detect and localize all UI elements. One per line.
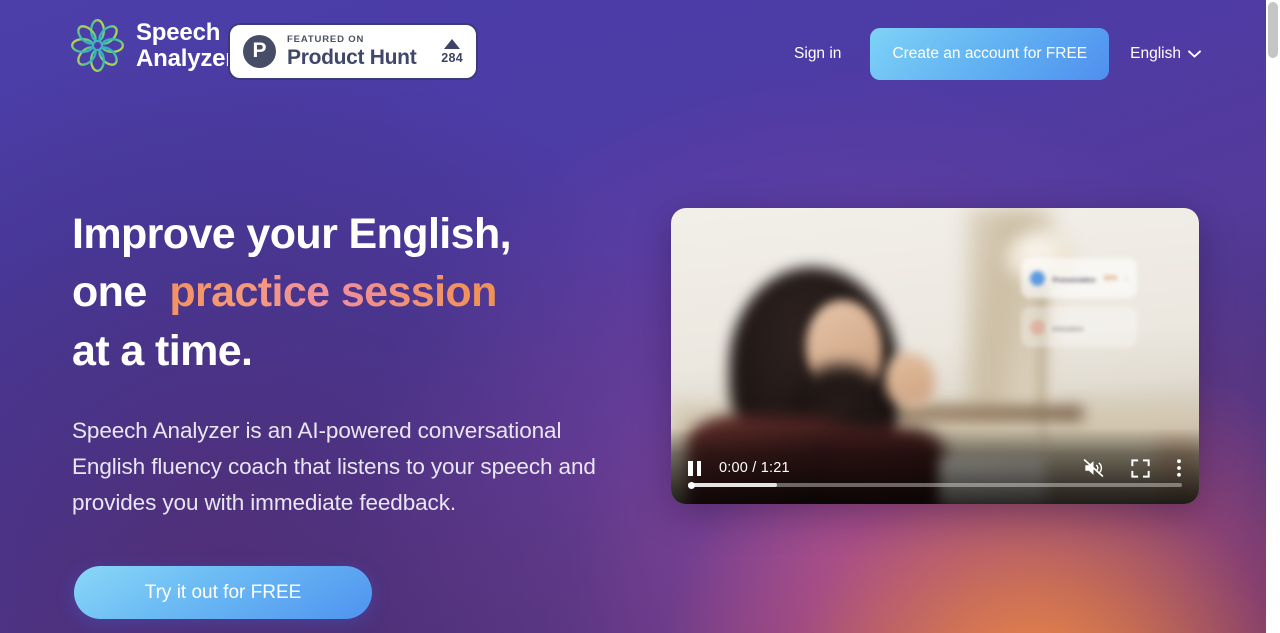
overlay-value: 65% [1103, 274, 1118, 282]
product-hunt-upvotes: 284 [441, 38, 463, 65]
hero-content: Improve your English, one practice sessi… [72, 205, 662, 619]
product-hunt-logo-icon: P [243, 35, 276, 68]
brand-name: Speech Analyzer [136, 18, 235, 72]
product-hunt-badge[interactable]: P FEATURED ON Product Hunt 284 [228, 23, 478, 80]
video-person-hand [884, 353, 935, 407]
more-vertical-icon[interactable] [1176, 458, 1182, 478]
video-overlay-card-intonation: Intonation [1020, 307, 1137, 348]
sign-in-link[interactable]: Sign in [794, 45, 841, 63]
overlay-body: Pronunciation [1053, 269, 1096, 287]
site-header: Speech Analyzer P FEATURED ON Product Hu… [0, 0, 1266, 107]
product-hunt-logo-letter: P [252, 39, 267, 62]
scrollbar-thumb[interactable] [1268, 2, 1278, 58]
headline-highlight: practice session [169, 268, 497, 317]
wave-circle-icon [1029, 319, 1045, 335]
page-title: Improve your English, one practice sessi… [72, 205, 662, 380]
language-selector[interactable]: English [1130, 45, 1201, 63]
create-account-button[interactable]: Create an account for FREE [870, 28, 1110, 80]
product-hunt-featured-label: FEATURED ON [287, 33, 365, 45]
info-circle-icon [1029, 270, 1045, 286]
headline-prefix: one [72, 268, 147, 317]
triangle-up-icon [444, 38, 461, 49]
video-progress-buffered [688, 483, 777, 487]
header-nav: Sign in Create an account for FREE Engli… [794, 28, 1201, 80]
page-scrollbar[interactable] [1266, 0, 1280, 633]
video-controls-row: 0:00 / 1:21 [688, 458, 1182, 478]
chevron-right-icon: › [1125, 273, 1128, 283]
brand-logo-link[interactable]: Speech Analyzer [70, 18, 235, 73]
product-hunt-upvote-count: 284 [441, 50, 463, 65]
headline-line-1: Improve your English, [72, 210, 512, 258]
product-hunt-name: Product Hunt [287, 45, 417, 69]
overlay-body: Intonation [1053, 318, 1120, 336]
hero-video-player[interactable]: Pronunciation 65% › Intonation 0:00 / 1:… [671, 208, 1199, 504]
landing-page: Speech Analyzer P FEATURED ON Product Hu… [0, 0, 1266, 633]
star-petals-logo-icon [71, 19, 124, 72]
video-desk [892, 406, 1083, 422]
product-hunt-text: FEATURED ON Product Hunt [287, 34, 430, 70]
try-it-out-button[interactable]: Try it out for FREE [74, 566, 372, 619]
brand-name-line1: Speech [136, 18, 221, 46]
pause-icon[interactable] [688, 460, 705, 477]
fullscreen-icon[interactable] [1131, 458, 1150, 478]
brand-name-line2: Analyzer [136, 44, 235, 72]
video-overlay-card-pronunciation: Pronunciation 65% › [1020, 258, 1137, 299]
language-label: English [1130, 45, 1181, 62]
volume-muted-icon[interactable] [1082, 458, 1105, 478]
hero-description: Speech Analyzer is an AI-powered convers… [72, 418, 596, 515]
video-time-display: 0:00 / 1:21 [719, 460, 790, 476]
overlay-title: Pronunciation [1052, 277, 1096, 285]
overlay-title: Intonation [1052, 326, 1084, 334]
headline-line-3: at a time. [72, 326, 253, 375]
video-controls: 0:00 / 1:21 [671, 428, 1199, 504]
headline-line-2: one practice session [72, 268, 497, 316]
video-progress-knob[interactable] [688, 481, 695, 489]
chevron-down-icon [1188, 50, 1201, 58]
video-progress-bar[interactable] [688, 481, 1182, 489]
